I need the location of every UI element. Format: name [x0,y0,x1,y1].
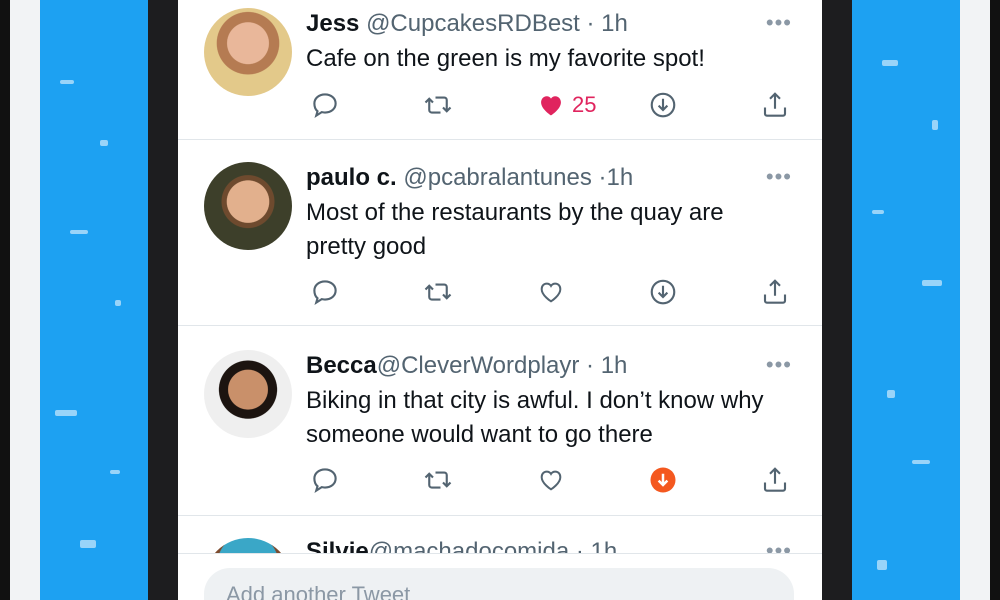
left-blue-background [40,0,148,600]
retweet-icon[interactable] [422,462,454,498]
retweet-icon[interactable] [422,274,454,310]
share-icon[interactable] [760,87,790,123]
retweet-icon[interactable] [422,87,454,123]
share-icon[interactable] [760,462,790,498]
left-edge [0,0,10,600]
tweet-actions [306,274,796,310]
more-options-icon[interactable]: ••• [766,164,792,190]
avatar-becca[interactable] [204,350,292,438]
reply-icon[interactable] [310,87,340,123]
avatar-paulo[interactable] [204,162,292,250]
download-icon[interactable] [648,87,678,123]
timestamp: 1h [606,164,634,191]
handle[interactable]: @pcabralantunes [403,164,591,191]
tweet-1: Jess @CupcakesRDBest · 1h ••• Cafe on th… [178,0,822,140]
timestamp: 1h [601,10,628,37]
download-icon[interactable] [648,274,678,310]
reply-icon[interactable] [310,274,340,310]
download-active-icon[interactable] [648,462,678,498]
heart-icon[interactable] [536,462,566,498]
tweet-3: Becca@CleverWordplayr · 1h ••• Biking in… [178,326,822,516]
tweet-actions [306,462,796,498]
tweet-2: paulo c. @pcabralantunes ·1h ••• Most of… [178,140,822,326]
share-icon[interactable] [760,274,790,310]
more-options-icon[interactable]: ••• [766,352,792,378]
like-button[interactable]: 25 [536,87,596,123]
tweet-header: Becca@CleverWordplayr · 1h [306,352,628,379]
tweet-text: Cafe on the green is my favorite spot! [306,45,705,72]
add-tweet-input[interactable]: Add another Tweet [204,568,794,600]
phone-bezel-left [148,0,178,600]
more-options-icon[interactable]: ••• [766,10,792,36]
tweet-text: Most of the restaurants by the quay are … [306,199,724,260]
avatar-jess[interactable] [204,8,292,96]
tweet-text: Biking in that city is awful. I don’t kn… [306,387,764,448]
handle[interactable]: @CupcakesRDBest [366,10,580,37]
tweet-header: Jess @CupcakesRDBest · 1h [306,10,628,37]
display-name[interactable]: paulo c. [306,164,397,191]
like-count: 25 [572,92,597,117]
reply-icon[interactable] [310,462,340,498]
phone-bezel-right [822,0,852,600]
tweet-header: paulo c. @pcabralantunes ·1h [306,164,634,191]
display-name[interactable]: Becca [306,352,377,379]
tweet-thread-screen: Jess @CupcakesRDBest · 1h ••• Cafe on th… [178,0,822,600]
heart-filled-icon [541,96,561,116]
tweet-actions: 25 [306,87,796,123]
heart-icon[interactable] [536,274,566,310]
right-blue-background [852,0,960,600]
handle[interactable]: @CleverWordplayr [377,352,580,379]
right-edge [990,0,1000,600]
timestamp: 1h [600,352,628,379]
display-name[interactable]: Jess [306,10,359,37]
